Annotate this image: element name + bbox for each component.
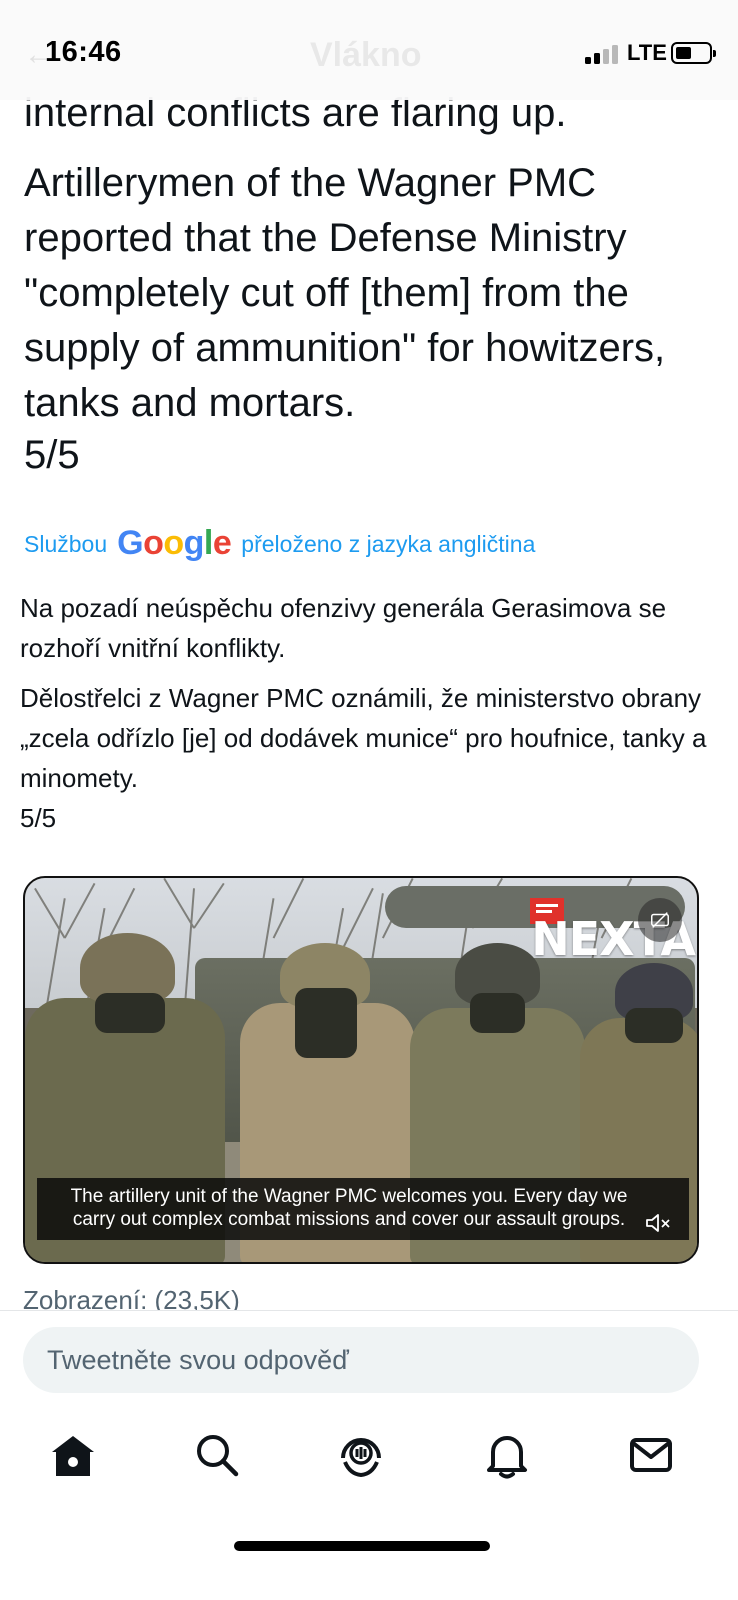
tweet-video[interactable]: NEXTA The artillery unit of the Wagner P… <box>23 876 699 1264</box>
translation-suffix: přeloženo z jazyka angličtina <box>241 530 536 557</box>
tab-search[interactable] <box>192 1430 242 1480</box>
tweet-original-paragraph: Artillerymen of the Wagner PMC reported … <box>24 161 666 425</box>
video-mask <box>470 993 525 1033</box>
status-bar: ← Vlákno 16:46 LTE <box>0 0 738 100</box>
google-logo: Google <box>117 523 232 562</box>
tab-notifications[interactable] <box>482 1430 532 1480</box>
reply-input[interactable] <box>23 1327 699 1393</box>
video-mask <box>625 1008 683 1043</box>
reply-bar <box>0 1310 738 1410</box>
tab-messages[interactable] <box>626 1430 676 1480</box>
status-time: 16:46 <box>45 36 122 68</box>
video-mask <box>295 988 357 1058</box>
nav-title: Vlákno <box>310 36 422 74</box>
view-count[interactable]: Zobrazení: (23,5K) <box>23 1282 240 1312</box>
search-icon <box>197 1435 239 1477</box>
home-icon <box>52 1436 94 1476</box>
home-indicator[interactable] <box>234 1541 490 1551</box>
speaker-muted-icon[interactable] <box>645 1212 671 1234</box>
tweet-original-counter: 5/5 <box>24 433 80 477</box>
tweet-translated-paragraph: Dělostřelci z Wagner PMC oznámili, že mi… <box>20 683 707 793</box>
tab-home[interactable] <box>48 1430 98 1480</box>
spaces-icon <box>341 1438 381 1478</box>
tweet-translated-paragraph: Na pozadí neúspěchu ofenzivy generála Ge… <box>20 593 667 663</box>
translation-attribution[interactable]: Službou Google přeloženo z jazyka anglič… <box>24 524 535 564</box>
video-mask <box>95 993 165 1033</box>
cellular-signal-icon <box>585 44 619 64</box>
video-subtitle: The artillery unit of the Wagner PMC wel… <box>37 1178 689 1240</box>
tab-spaces[interactable] <box>336 1430 386 1480</box>
network-type: LTE <box>627 40 667 65</box>
tweet-translated-counter: 5/5 <box>20 803 57 833</box>
translation-prefix: Službou <box>24 530 108 557</box>
notifications-icon <box>487 1436 527 1479</box>
closed-captions-icon[interactable] <box>638 898 682 942</box>
bottom-tab-bar <box>0 1410 738 1510</box>
battery-icon <box>671 42 716 64</box>
messages-icon <box>630 1438 672 1472</box>
